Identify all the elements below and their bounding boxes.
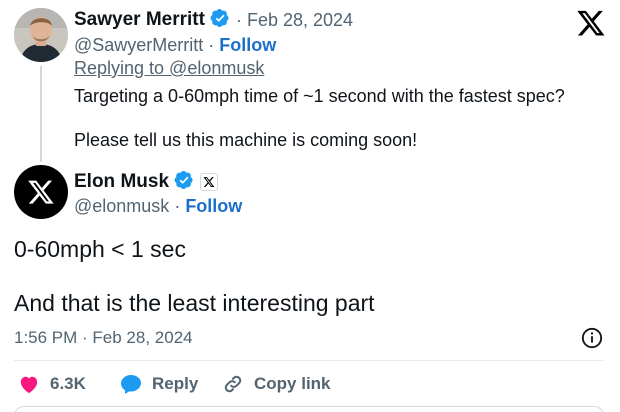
divider bbox=[14, 360, 604, 361]
author-name[interactable]: Sawyer Merritt bbox=[74, 9, 205, 31]
thread-line bbox=[40, 66, 42, 162]
tweet-timestamp[interactable]: 1:56 PM · Feb 28, 2024 bbox=[14, 328, 193, 348]
affiliate-x-badge-icon bbox=[200, 173, 219, 191]
reply-tweet-text-line-1: Targeting a 0-60mph time of ~1 second wi… bbox=[74, 86, 565, 106]
like-button[interactable]: 6.3K bbox=[18, 372, 86, 396]
reply-tweet-header: Sawyer Merritt · Feb 28, 2024 bbox=[74, 8, 353, 32]
x-logo-avatar-icon bbox=[28, 180, 54, 204]
avatar-elon[interactable] bbox=[14, 165, 68, 219]
reply-button[interactable]: Reply bbox=[118, 372, 198, 396]
main-tweet-header: Elon Musk bbox=[74, 170, 219, 195]
author-handle[interactable]: @elonmusk bbox=[74, 196, 169, 217]
author-handle[interactable]: @SawyerMerritt bbox=[74, 35, 203, 56]
replying-to-link[interactable]: Replying to @elonmusk bbox=[74, 58, 264, 79]
follow-button[interactable]: Follow bbox=[185, 196, 242, 217]
x-logo-icon[interactable] bbox=[576, 8, 606, 38]
main-tweet-text-line-1: 0-60mph < 1 sec bbox=[14, 236, 186, 262]
info-icon[interactable] bbox=[581, 327, 603, 349]
tweet-date[interactable]: · Feb 28, 2024 bbox=[236, 10, 353, 31]
separator-dot: · bbox=[208, 34, 215, 55]
link-icon bbox=[224, 375, 242, 393]
avatar-sawyer[interactable] bbox=[14, 8, 68, 62]
reply-bubble-icon bbox=[121, 375, 141, 394]
reply-tweet-text-line-2: Please tell us this machine is coming so… bbox=[74, 130, 418, 150]
main-tweet-text-line-2: And that is the least interesting part bbox=[14, 290, 375, 316]
main-tweet-handle-row: @elonmusk · Follow bbox=[74, 195, 242, 217]
copy-link-label: Copy link bbox=[254, 374, 331, 393]
separator-dot: · bbox=[174, 195, 181, 216]
read-replies-button[interactable] bbox=[14, 406, 604, 412]
verified-badge-icon bbox=[174, 170, 194, 195]
heart-icon bbox=[20, 376, 38, 394]
reply-label: Reply bbox=[152, 374, 199, 393]
author-name[interactable]: Elon Musk bbox=[74, 171, 169, 193]
copy-link-button[interactable]: Copy link bbox=[222, 372, 331, 396]
follow-button[interactable]: Follow bbox=[219, 35, 276, 56]
verified-badge-icon bbox=[210, 8, 230, 33]
like-count: 6.3K bbox=[50, 374, 86, 393]
reply-tweet-handle-row: @SawyerMerritt · Follow bbox=[74, 34, 276, 56]
